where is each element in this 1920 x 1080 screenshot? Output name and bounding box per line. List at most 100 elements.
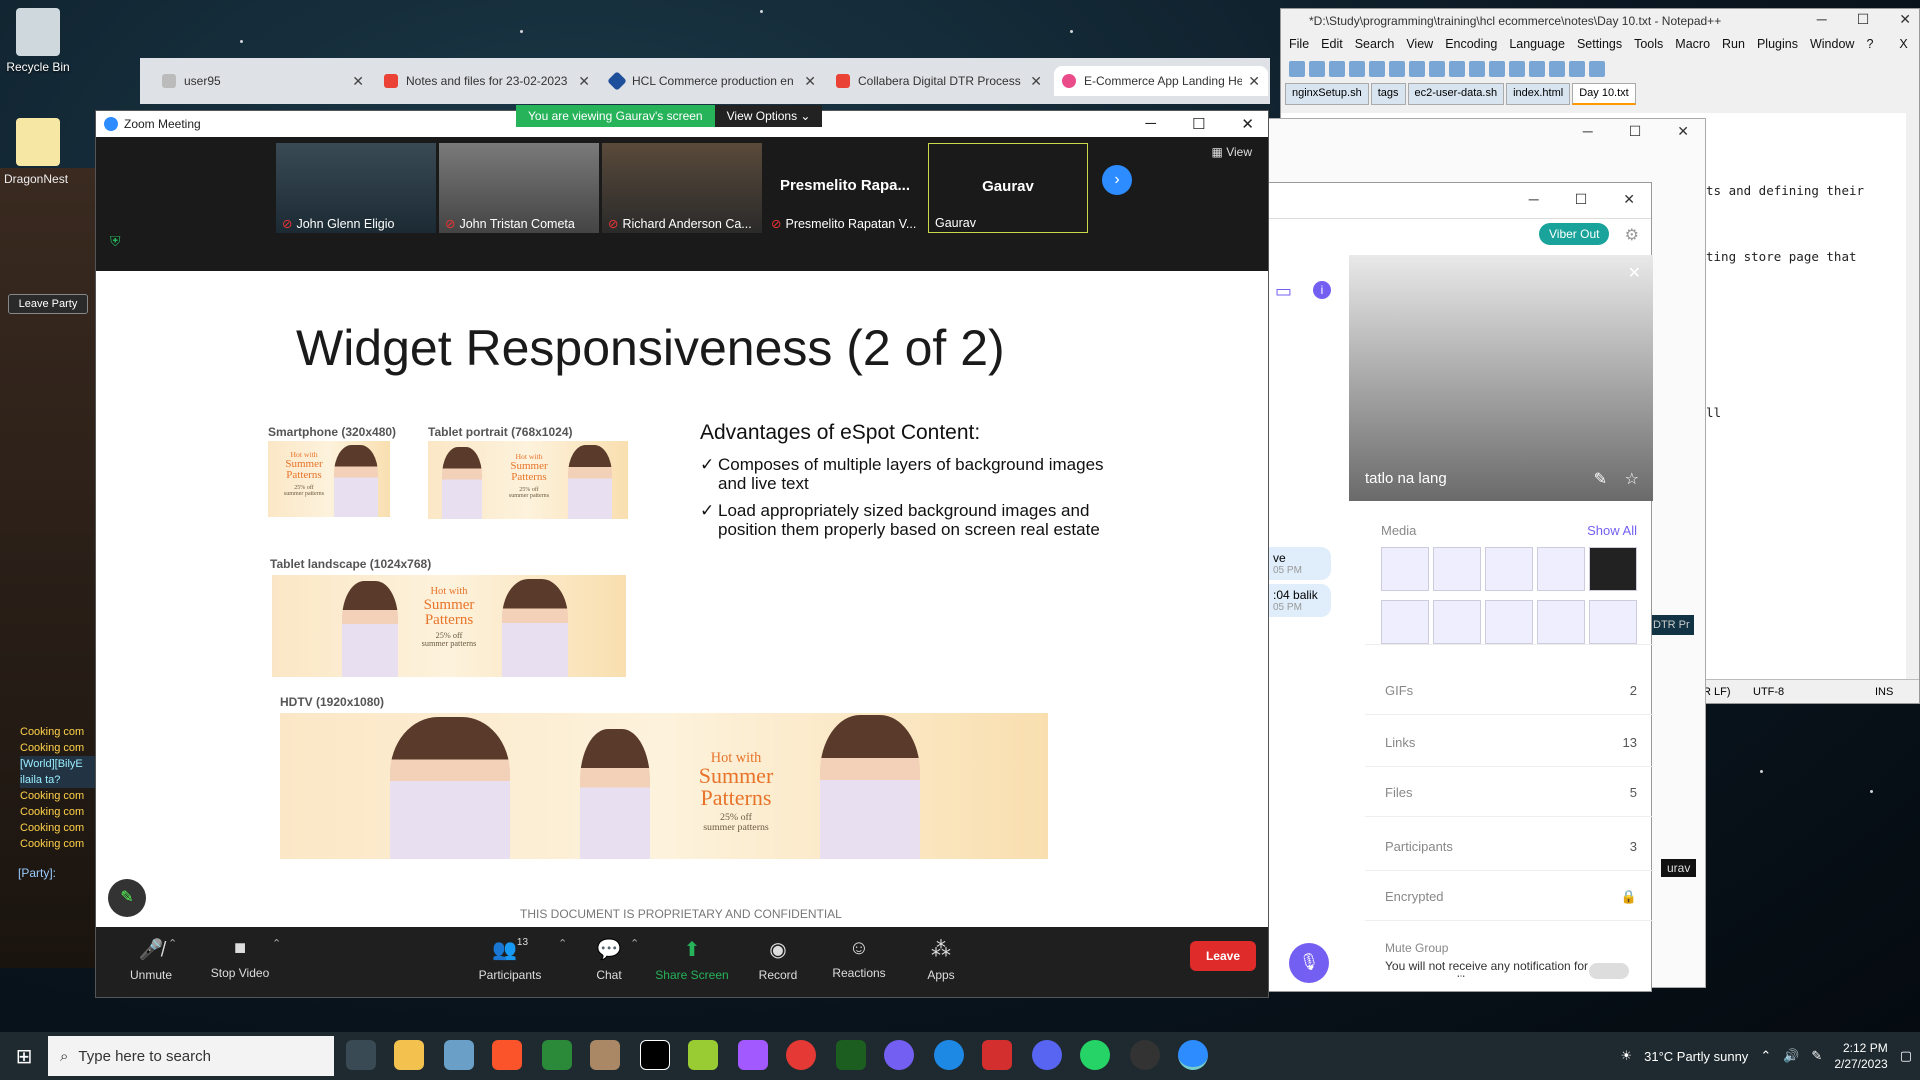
media-thumbnail[interactable] <box>1485 600 1533 644</box>
minimize-icon[interactable]: ─ <box>1145 115 1156 133</box>
chevron-up-icon[interactable]: ⌃ <box>272 937 281 950</box>
maximize-icon[interactable]: ☐ <box>1857 11 1870 28</box>
edge-icon[interactable] <box>934 1040 964 1070</box>
microphone-icon[interactable]: 🎙 <box>1289 943 1329 983</box>
show-all-link[interactable]: Show All <box>1587 523 1637 538</box>
figma-icon[interactable] <box>738 1040 768 1070</box>
save-icon[interactable] <box>1329 61 1345 77</box>
wrap-icon[interactable] <box>1589 61 1605 77</box>
discord-icon[interactable] <box>1032 1040 1062 1070</box>
zoom-out-icon[interactable] <box>1569 61 1585 77</box>
files-row[interactable]: Files 5 <box>1365 769 1653 817</box>
chrome-tab[interactable]: HCL Commerce production en ✕ <box>602 66 824 96</box>
close-icon[interactable]: ✕ <box>1623 191 1635 208</box>
chevron-up-icon[interactable]: ⌃ <box>630 937 639 950</box>
close-icon[interactable]: ✕ <box>1241 115 1254 133</box>
apps-button[interactable]: ⁂ Apps <box>916 937 966 982</box>
view-button[interactable]: ▦ View <box>1212 145 1252 159</box>
minimize-icon[interactable]: ─ <box>1583 123 1593 140</box>
info-icon[interactable]: i <box>1313 281 1331 299</box>
menu-plugins[interactable]: Plugins <box>1757 37 1798 51</box>
media-thumbnail[interactable] <box>1433 600 1481 644</box>
media-thumbnail[interactable] <box>1381 547 1429 591</box>
new-file-icon[interactable] <box>1289 61 1305 77</box>
chrome-tab[interactable]: Notes and files for 23-02-2023 ✕ <box>376 66 598 96</box>
app-icon[interactable] <box>982 1040 1012 1070</box>
redo-icon[interactable] <box>1489 61 1505 77</box>
app-icon[interactable] <box>590 1040 620 1070</box>
menu-window[interactable]: Window <box>1810 37 1854 51</box>
shield-icon[interactable]: ⛨ <box>110 233 121 250</box>
task-view-icon[interactable] <box>346 1040 376 1070</box>
menu-tools[interactable]: Tools <box>1634 37 1663 51</box>
video-call-icon[interactable]: ▭ <box>1275 281 1292 302</box>
recycle-bin-shortcut[interactable]: Recycle Bin <box>0 8 76 74</box>
menu-settings[interactable]: Settings <box>1577 37 1622 51</box>
close-doc-button[interactable]: X <box>1899 37 1907 51</box>
participant-tile[interactable]: ⊘ Richard Anderson Ca... <box>602 143 762 233</box>
viber-out-button[interactable]: Viber Out <box>1539 223 1610 245</box>
media-thumbnail[interactable] <box>1381 600 1429 644</box>
zoom-taskbar-icon[interactable] <box>1178 1040 1208 1070</box>
app-icon[interactable] <box>1130 1040 1160 1070</box>
close-icon[interactable]: ✕ <box>1899 11 1911 28</box>
close-icon[interactable]: ✕ <box>804 73 816 90</box>
close-icon[interactable]: ✕ <box>578 73 590 90</box>
whatsapp-icon[interactable] <box>1080 1040 1110 1070</box>
app-icon[interactable] <box>444 1040 474 1070</box>
next-page-chevron-icon[interactable]: › <box>1102 165 1132 195</box>
menu-language[interactable]: Language <box>1509 37 1565 51</box>
leave-button[interactable]: Leave <box>1189 941 1256 971</box>
file-tab[interactable]: nginxSetup.sh <box>1285 83 1369 105</box>
chrome-tab-active[interactable]: E-Commerce App Landing He ✕ <box>1054 66 1268 96</box>
speaker-icon[interactable]: 🔊 <box>1783 1048 1799 1064</box>
menu-file[interactable]: File <box>1289 37 1309 51</box>
media-thumbnail[interactable] <box>1589 600 1637 644</box>
game-launcher-icon[interactable] <box>836 1040 866 1070</box>
taskbar-search-input[interactable]: ⌕ Type here to search <box>48 1036 334 1076</box>
replace-icon[interactable] <box>1529 61 1545 77</box>
menu-edit[interactable]: Edit <box>1321 37 1343 51</box>
links-row[interactable]: Links 13 <box>1365 719 1653 767</box>
find-icon[interactable] <box>1509 61 1525 77</box>
participant-tile[interactable]: Presmelito Rapa... ⊘ Presmelito Rapatan V… <box>765 143 925 233</box>
file-tab[interactable]: ec2-user-data.sh <box>1407 83 1505 105</box>
gifs-row[interactable]: GIFs 2 <box>1365 667 1653 715</box>
file-explorer-icon[interactable] <box>394 1040 424 1070</box>
copy-icon[interactable] <box>1429 61 1445 77</box>
participants-button[interactable]: 👥13 Participants <box>470 937 550 982</box>
edit-icon[interactable]: ✎ <box>1594 469 1607 489</box>
chrome-icon[interactable] <box>786 1040 816 1070</box>
menu-run[interactable]: Run <box>1722 37 1745 51</box>
menu-help[interactable]: ? <box>1866 37 1873 51</box>
participants-row[interactable]: Participants 3 <box>1365 823 1653 871</box>
chevron-up-icon[interactable]: ⌃ <box>558 937 567 950</box>
menu-view[interactable]: View <box>1406 37 1433 51</box>
zoom-in-icon[interactable] <box>1549 61 1565 77</box>
mute-group-toggle[interactable] <box>1589 963 1629 979</box>
pen-icon[interactable]: ✎ <box>1811 1048 1822 1064</box>
share-screen-button[interactable]: ⬆ Share Screen <box>650 937 734 982</box>
media-thumbnail[interactable] <box>1537 547 1585 591</box>
reactions-button[interactable]: ☺ Reactions <box>824 937 894 980</box>
paste-icon[interactable] <box>1449 61 1465 77</box>
undo-icon[interactable] <box>1469 61 1485 77</box>
record-button[interactable]: ◉ Record <box>748 937 808 982</box>
leave-party-button[interactable]: Leave Party <box>8 294 88 314</box>
star-icon[interactable]: ☆ <box>1625 469 1639 489</box>
close-file-icon[interactable] <box>1369 61 1385 77</box>
participant-tile[interactable]: ⊘ John Glenn Eligio <box>276 143 436 233</box>
file-tab[interactable]: index.html <box>1506 83 1571 105</box>
close-icon[interactable]: ✕ <box>352 73 364 90</box>
app-icon[interactable] <box>542 1040 572 1070</box>
clock[interactable]: 2:12 PM 2/27/2023 <box>1834 1040 1887 1072</box>
chevron-up-icon[interactable]: ⌃ <box>1760 1048 1771 1064</box>
chat-button[interactable]: 💬 Chat <box>584 937 634 982</box>
print-icon[interactable] <box>1389 61 1405 77</box>
notepad-plus-plus-icon[interactable] <box>688 1040 718 1070</box>
maximize-icon[interactable]: ☐ <box>1629 123 1642 140</box>
cut-icon[interactable] <box>1409 61 1425 77</box>
weather-icon[interactable]: ☀ <box>1620 1048 1632 1064</box>
close-icon[interactable]: ✕ <box>1030 73 1042 90</box>
chevron-up-icon[interactable]: ⌃ <box>168 937 177 950</box>
